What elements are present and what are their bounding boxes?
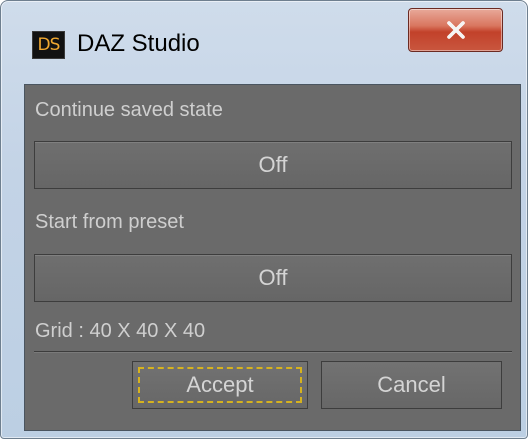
cancel-label: Cancel bbox=[377, 372, 446, 397]
start-from-preset-label: Start from preset bbox=[35, 211, 184, 233]
app-icon-text: DS bbox=[37, 34, 61, 55]
start-from-preset-value: Off bbox=[258, 265, 288, 290]
window-title: DAZ Studio bbox=[77, 30, 200, 57]
close-button[interactable] bbox=[408, 8, 503, 52]
start-from-preset-toggle[interactable]: Off bbox=[34, 254, 512, 302]
accept-label: Accept bbox=[186, 372, 254, 397]
close-icon bbox=[446, 21, 465, 39]
separator bbox=[34, 351, 512, 353]
continue-saved-state-toggle[interactable]: Off bbox=[34, 141, 512, 189]
continue-saved-state-label: Continue saved state bbox=[35, 99, 223, 121]
dialog-content: Continue saved state Off Start from pres… bbox=[24, 84, 521, 431]
accept-button[interactable]: Accept bbox=[132, 361, 308, 409]
cancel-button[interactable]: Cancel bbox=[321, 361, 502, 409]
continue-saved-state-value: Off bbox=[258, 152, 288, 177]
daz-studio-app-icon: DS bbox=[32, 31, 65, 59]
dialog-window: DS DAZ Studio Continue saved state Off S… bbox=[0, 0, 528, 439]
grid-info-text: Grid : 40 X 40 X 40 bbox=[35, 320, 206, 342]
title-bar[interactable]: DS DAZ Studio bbox=[1, 1, 527, 79]
